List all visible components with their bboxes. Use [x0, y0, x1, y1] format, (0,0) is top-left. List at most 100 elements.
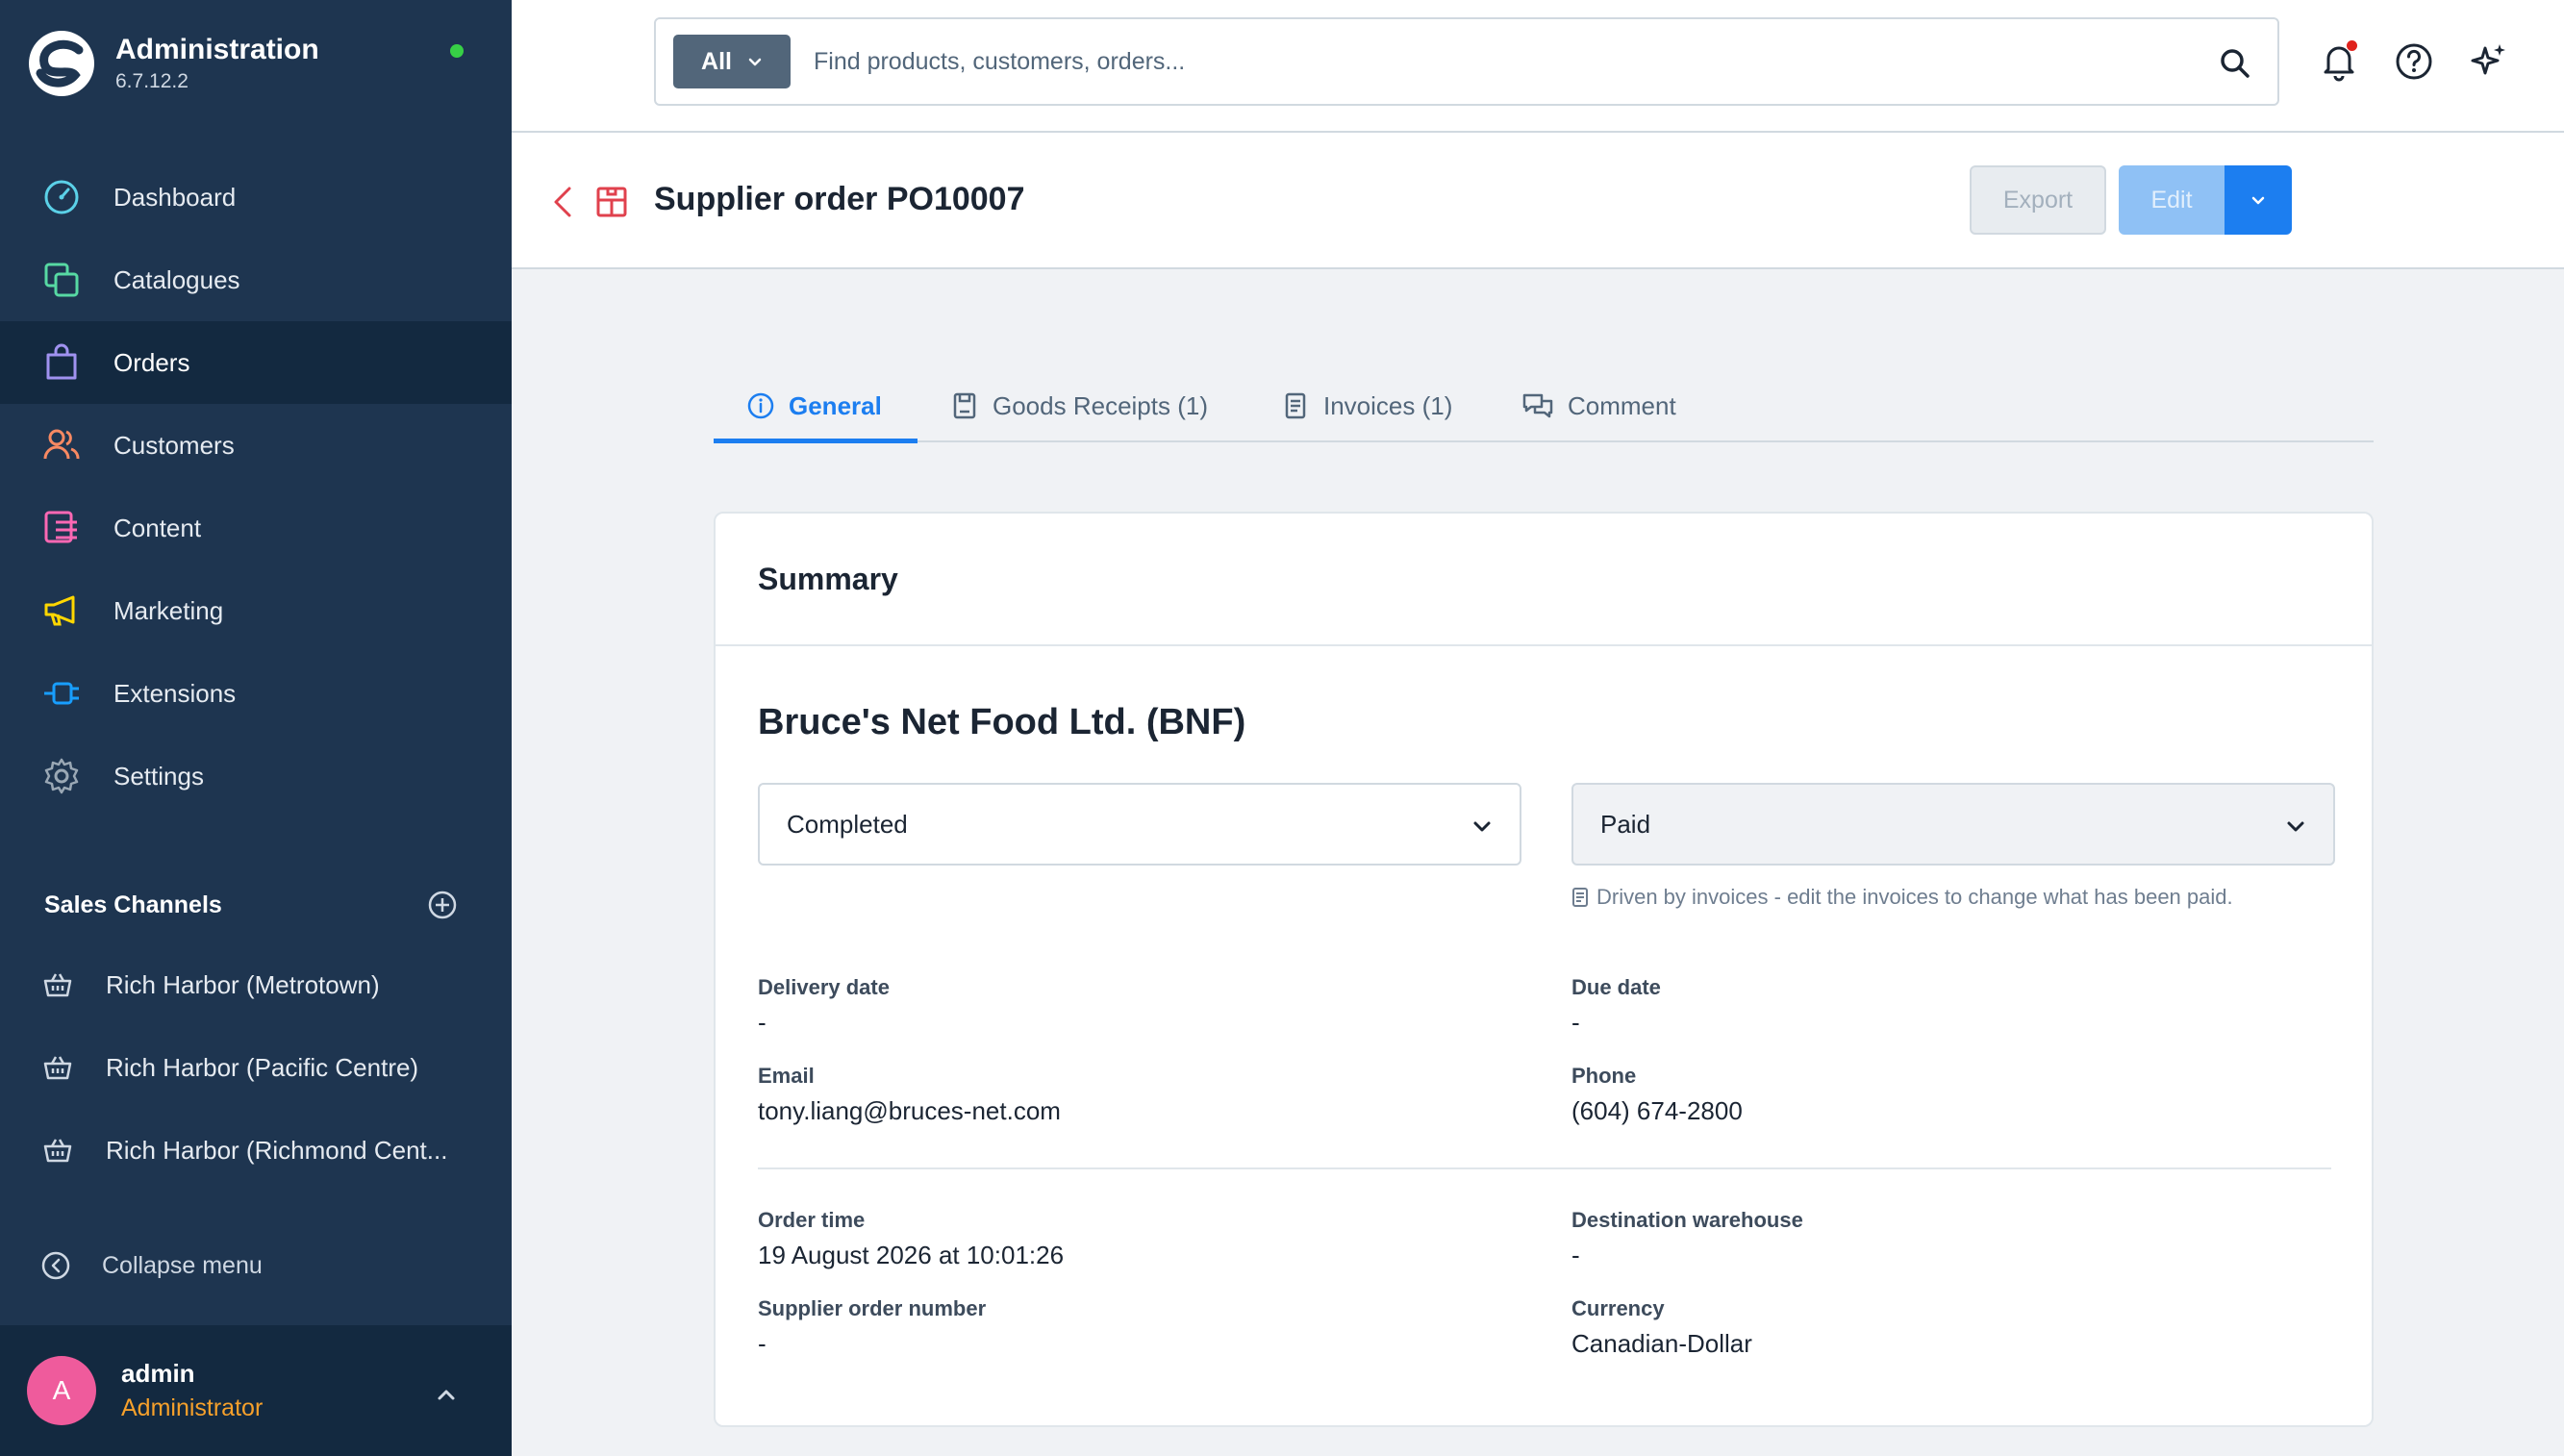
- supplier-order-number-value: -: [758, 1329, 767, 1358]
- tab-label: Goods Receipts (1): [993, 390, 1208, 420]
- edit-button[interactable]: Edit: [2119, 165, 2225, 235]
- settings-icon: [40, 755, 83, 797]
- user-menu[interactable]: A admin Administrator: [0, 1325, 512, 1456]
- payment-hint-text: Driven by invoices - edit the invoices t…: [1596, 885, 2233, 909]
- basket-icon: [40, 967, 75, 1002]
- nav-label: Orders: [113, 347, 190, 377]
- help-button[interactable]: [2393, 40, 2435, 83]
- sparkles-icon: [2471, 44, 2505, 75]
- currency-value: Canadian-Dollar: [1571, 1329, 1752, 1358]
- payment-status-value: Paid: [1600, 809, 1651, 839]
- collapse-icon: [41, 1251, 70, 1280]
- receipt-icon: [953, 392, 976, 419]
- divider: [716, 644, 2372, 646]
- chevron-down-icon: [748, 58, 762, 66]
- summary-card: Summary Bruce's Net Food Ltd. (BNF) Comp…: [714, 512, 2374, 1427]
- brand: Administration 6.7.12.2: [27, 29, 319, 98]
- chevron-down-icon: [2287, 821, 2304, 832]
- export-button[interactable]: Export: [1970, 165, 2106, 235]
- divider: [758, 1167, 2331, 1169]
- customers-icon: [40, 424, 83, 466]
- chevron-up-icon[interactable]: [431, 1379, 462, 1410]
- search-input[interactable]: [814, 37, 2179, 87]
- ai-assistant-button[interactable]: [2468, 40, 2510, 83]
- search-type-dropdown[interactable]: All: [673, 35, 791, 88]
- nav-item-settings[interactable]: Settings: [0, 735, 512, 817]
- top-bar: All: [512, 0, 2564, 133]
- marketing-icon: [40, 590, 83, 632]
- nav-label: Settings: [113, 761, 204, 791]
- sales-channel-label: Rich Harbor (Pacific Centre): [106, 1052, 419, 1082]
- search-type-label: All: [701, 47, 732, 75]
- nav-item-catalogues[interactable]: Catalogues: [0, 238, 512, 321]
- order-status-select[interactable]: Completed: [758, 783, 1521, 866]
- tab-comment[interactable]: Comment: [1521, 369, 1676, 442]
- help-icon: [2396, 43, 2432, 80]
- nav-item-dashboard[interactable]: Dashboard: [0, 156, 512, 238]
- nav-item-orders[interactable]: Orders: [0, 321, 512, 404]
- search-icon[interactable]: [2216, 44, 2254, 83]
- orders-icon: [40, 341, 83, 384]
- nav-label: Dashboard: [113, 182, 237, 212]
- due-date-label: Due date: [1571, 975, 1661, 999]
- sales-channel-label: Rich Harbor (Richmond Cent...: [106, 1135, 448, 1165]
- tab-label: General: [789, 390, 882, 420]
- basket-icon: [40, 1133, 75, 1167]
- sales-channel-item[interactable]: Rich Harbor (Pacific Centre): [0, 1026, 512, 1109]
- payment-hint: Driven by invoices - edit the invoices t…: [1571, 885, 2233, 910]
- supplier-name: Bruce's Net Food Ltd. (BNF): [758, 702, 1246, 742]
- nav-item-marketing[interactable]: Marketing: [0, 569, 512, 652]
- payment-status-select[interactable]: Paid: [1571, 783, 2335, 866]
- app-version: 6.7.12.2: [115, 70, 189, 92]
- basket-icon: [40, 1050, 75, 1085]
- comment-icon: [1522, 393, 1553, 418]
- page-title: Supplier order PO10007: [654, 181, 1025, 217]
- sales-channel-label: Rich Harbor (Metrotown): [106, 969, 380, 999]
- email-label: Email: [758, 1064, 815, 1088]
- nav-label: Extensions: [113, 678, 237, 708]
- sales-channel-item[interactable]: Rich Harbor (Metrotown): [0, 943, 512, 1026]
- extensions-icon: [40, 672, 83, 715]
- sales-channel-list: Rich Harbor (Metrotown) Rich Harbor (Pac…: [0, 943, 512, 1192]
- nav-item-content[interactable]: Content: [0, 487, 512, 569]
- add-sales-channel-icon[interactable]: [427, 890, 458, 920]
- tab-goods-receipts[interactable]: Goods Receipts (1): [950, 369, 1208, 442]
- tab-invoices[interactable]: Invoices (1): [1281, 369, 1452, 442]
- sales-channel-item[interactable]: Rich Harbor (Richmond Cent...: [0, 1109, 512, 1192]
- email-value: tony.liang@bruces-net.com: [758, 1096, 1061, 1125]
- order-status-value: Completed: [787, 809, 908, 839]
- main-nav: Dashboard Catalogues Orders Customers Co…: [0, 156, 512, 817]
- supplier-order-number-label: Supplier order number: [758, 1296, 987, 1320]
- online-status-dot: [450, 44, 464, 58]
- collapse-menu-label: Collapse menu: [102, 1251, 263, 1279]
- supplier-order-icon: [596, 187, 627, 217]
- sidebar: Administration 6.7.12.2 Dashboard Catalo…: [0, 0, 512, 1456]
- page-header: Supplier order PO10007 Export Edit: [512, 133, 2564, 269]
- chevron-down-icon: [1473, 821, 1491, 832]
- destination-warehouse-label: Destination warehouse: [1571, 1208, 1803, 1232]
- delivery-date-label: Delivery date: [758, 975, 890, 999]
- nav-label: Catalogues: [113, 264, 240, 294]
- active-tab-indicator: [714, 439, 918, 443]
- invoice-icon: [1285, 392, 1306, 419]
- destination-warehouse-value: -: [1571, 1241, 1580, 1269]
- avatar: A: [27, 1356, 96, 1425]
- back-arrow-icon[interactable]: [546, 183, 581, 221]
- nav-label: Customers: [113, 430, 235, 460]
- tab-general[interactable]: General: [746, 369, 882, 442]
- currency-label: Currency: [1571, 1296, 1665, 1320]
- notification-dot: [2347, 40, 2357, 51]
- tab-bar: General Goods Receipts (1) Invoices (1) …: [714, 369, 2374, 443]
- collapse-menu-button[interactable]: Collapse menu: [40, 1250, 263, 1281]
- nav-item-extensions[interactable]: Extensions: [0, 652, 512, 735]
- edit-options-button[interactable]: [2225, 165, 2292, 235]
- user-role: Administrator: [121, 1394, 264, 1421]
- order-time-value: 19 August 2026 at 10:01:26: [758, 1241, 1065, 1269]
- user-name: admin: [121, 1359, 195, 1388]
- invoice-icon: [1572, 888, 1588, 907]
- nav-item-customers[interactable]: Customers: [0, 404, 512, 487]
- notifications-button[interactable]: [2318, 40, 2360, 83]
- order-time-label: Order time: [758, 1208, 866, 1232]
- tab-label: Invoices (1): [1323, 390, 1453, 420]
- shopware-logo-icon: [29, 31, 94, 96]
